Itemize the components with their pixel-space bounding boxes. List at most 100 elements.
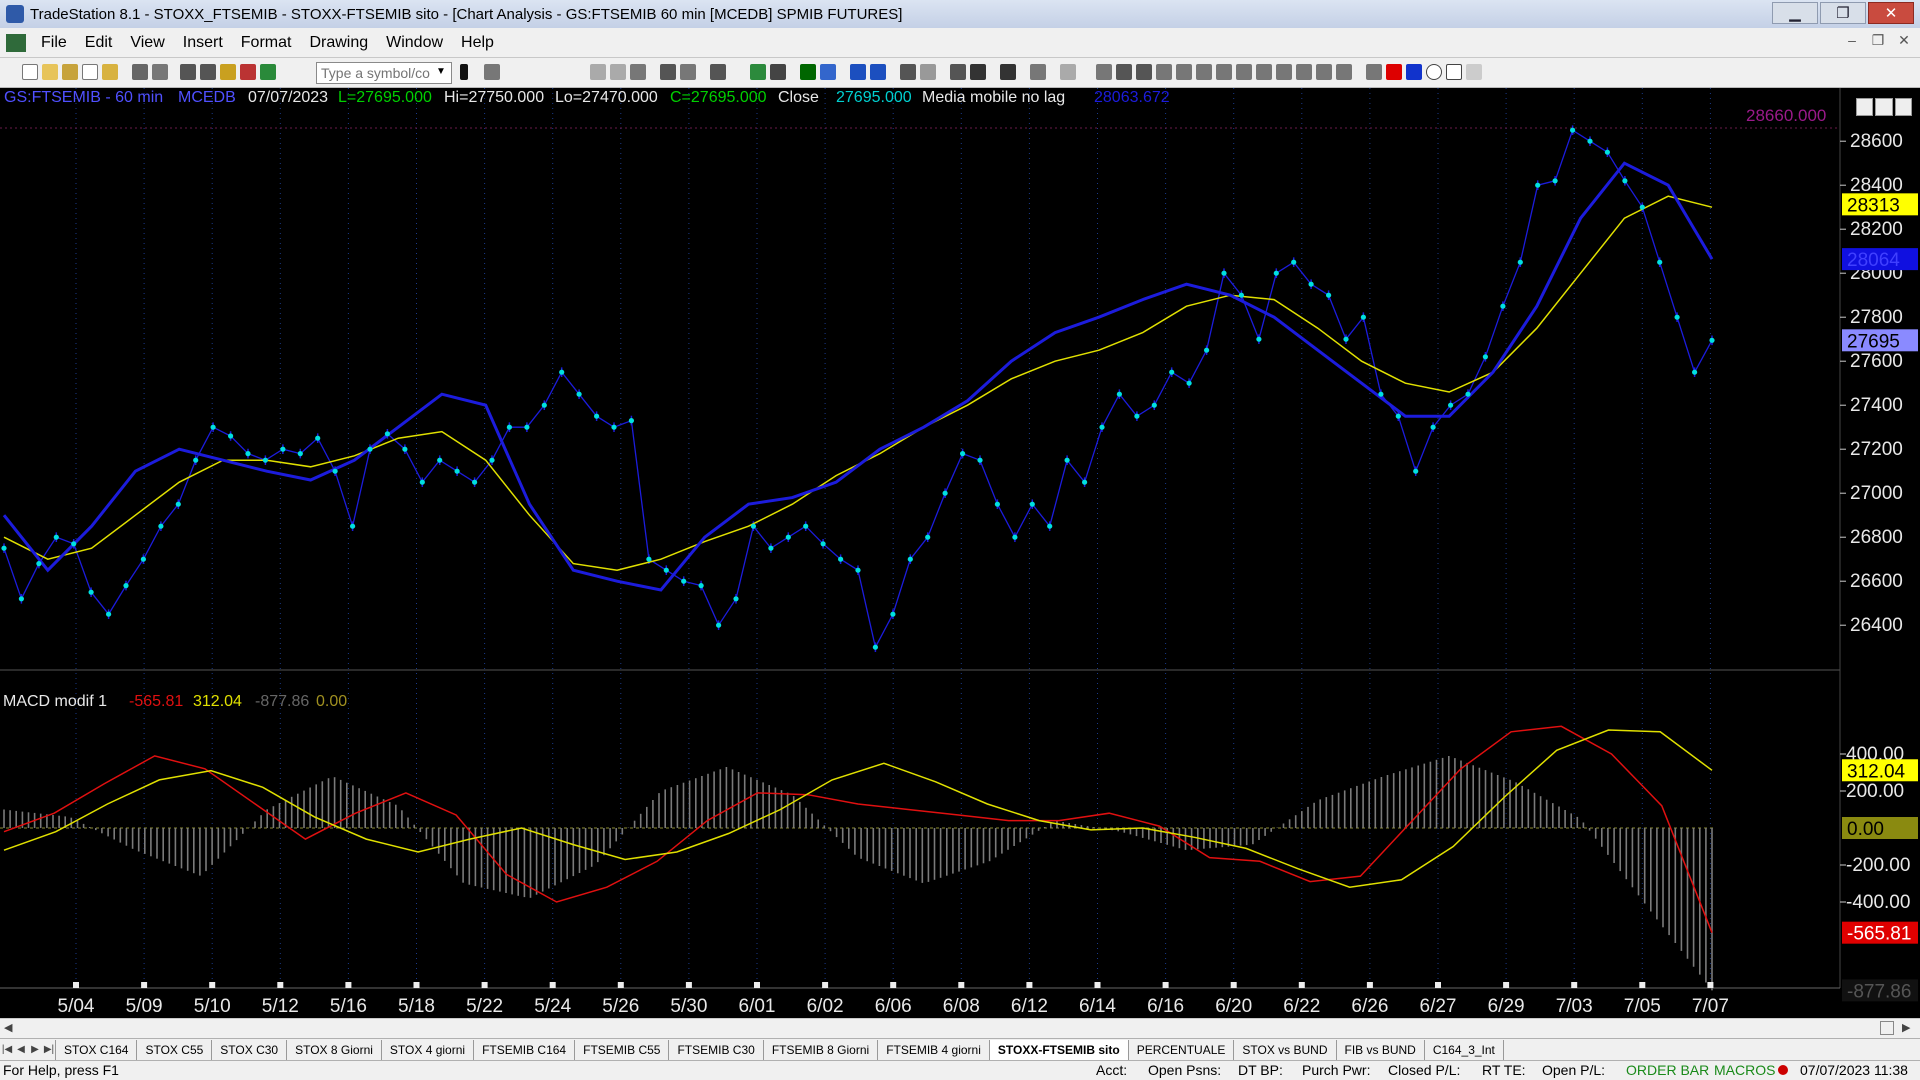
menu-edit[interactable]: Edit xyxy=(76,34,122,52)
open-workspace-icon[interactable] xyxy=(62,64,78,80)
rectangle-icon[interactable] xyxy=(1446,64,1462,80)
chart-type-icon[interactable] xyxy=(590,64,606,80)
arrow-down-icon[interactable] xyxy=(1386,64,1402,80)
globe-icon[interactable] xyxy=(260,64,276,80)
menu-file[interactable]: File xyxy=(32,34,76,52)
tab-prev-icon[interactable]: ◀ xyxy=(14,1044,28,1055)
mdi-restore-button[interactable]: ❐ xyxy=(1868,32,1888,49)
format-chart-icon[interactable] xyxy=(630,64,646,80)
chart-window-icon2[interactable] xyxy=(800,64,816,80)
mdi-close-button[interactable]: ✕ xyxy=(1894,32,1914,49)
lock-icon[interactable] xyxy=(220,64,236,80)
tab-stox-c30[interactable]: STOX C30 xyxy=(211,1039,288,1060)
zoom-out-icon[interactable] xyxy=(920,64,936,80)
folder-icon[interactable] xyxy=(102,64,118,80)
tab-ftsemib-c164[interactable]: FTSEMIB C164 xyxy=(473,1039,576,1060)
mdi-minimize-button[interactable]: – xyxy=(1842,32,1862,49)
chart-bars-icon[interactable] xyxy=(610,64,626,80)
print-icon[interactable] xyxy=(152,64,168,80)
minimize-button[interactable]: ▁ xyxy=(1772,2,1818,24)
horizontal-scrollbar[interactable]: ◀ ▶ xyxy=(0,1018,1920,1038)
tab-ftsemib-c55[interactable]: FTSEMIB C55 xyxy=(574,1039,670,1060)
speed-lines-icon[interactable] xyxy=(1256,64,1272,80)
andrews-icon[interactable] xyxy=(1276,64,1292,80)
menu-format[interactable]: Format xyxy=(232,34,301,52)
play-icon[interactable] xyxy=(460,64,468,80)
scroll-thumb[interactable] xyxy=(1880,1021,1894,1035)
toolbox-icon[interactable] xyxy=(240,64,256,80)
text-icon[interactable] xyxy=(1466,64,1482,80)
zoom-in-icon[interactable] xyxy=(900,64,916,80)
vertical-lines-icon[interactable] xyxy=(1116,64,1132,80)
crosshair-icon[interactable] xyxy=(970,64,986,80)
hammer-icon[interactable] xyxy=(1000,64,1016,80)
trendline-icon[interactable] xyxy=(1096,64,1112,80)
menu-help[interactable]: Help xyxy=(452,34,503,52)
chart-minimize-button[interactable] xyxy=(1856,98,1874,116)
tab-first-icon[interactable]: |◀ xyxy=(0,1044,14,1055)
fibonacci-icon[interactable] xyxy=(1156,64,1172,80)
channel-icon[interactable] xyxy=(1216,64,1232,80)
arc-icon[interactable] xyxy=(1176,64,1192,80)
horizontal-lines-icon[interactable] xyxy=(1136,64,1152,80)
menu-insert[interactable]: Insert xyxy=(174,34,232,52)
tab-stox-vs-bund[interactable]: STOX vs BUND xyxy=(1233,1039,1337,1060)
tab-stox-4-giorni[interactable]: STOX 4 giorni xyxy=(380,1039,475,1060)
parallel-icon[interactable] xyxy=(1296,64,1312,80)
arrow-up-icon[interactable] xyxy=(1406,64,1422,80)
indicator-icon[interactable] xyxy=(660,64,676,80)
tab-stox-c55[interactable]: STOX C55 xyxy=(136,1039,213,1060)
tab-percentuale[interactable]: PERCENTUALE xyxy=(1127,1039,1235,1060)
save-icon[interactable] xyxy=(132,64,148,80)
menu-drawing[interactable]: Drawing xyxy=(300,34,377,52)
expand-bars-icon[interactable] xyxy=(850,64,866,80)
order-bar-button[interactable]: ORDER BAR xyxy=(1626,1062,1709,1078)
cycle-icon[interactable] xyxy=(1316,64,1332,80)
price-point xyxy=(1517,259,1523,265)
chart-window-icon[interactable] xyxy=(6,33,26,52)
tab-fib-vs-bund[interactable]: FIB vs BUND xyxy=(1335,1039,1425,1060)
chart-canvas[interactable]: 2860028400282002800027800276002740027200… xyxy=(0,88,1920,1018)
tab-ftsemib-c30[interactable]: FTSEMIB C30 xyxy=(668,1039,764,1060)
symbol-input[interactable] xyxy=(316,62,452,84)
menu-view[interactable]: View xyxy=(121,34,173,52)
toggle-icon[interactable] xyxy=(1030,64,1046,80)
new-icon[interactable] xyxy=(22,64,38,80)
tab-ftsemib-4-giorni[interactable]: FTSEMIB 4 giorni xyxy=(877,1039,990,1060)
chart-area[interactable]: 28600 28400 28200 28000 27800 27600 27400 27200… xyxy=(0,88,1920,1018)
scroll-right-icon[interactable]: ▶ xyxy=(1902,1021,1910,1034)
chart-restore-button[interactable] xyxy=(1875,98,1893,116)
curve-icon[interactable] xyxy=(1366,64,1382,80)
tile-icon[interactable] xyxy=(200,64,216,80)
find-symbol-icon[interactable] xyxy=(484,64,500,80)
pointer-icon[interactable] xyxy=(950,64,966,80)
window-icon[interactable] xyxy=(180,64,196,80)
tab-next-icon[interactable]: ▶ xyxy=(28,1044,42,1055)
tab-c164-3-int[interactable]: C164_3_Int xyxy=(1423,1039,1504,1060)
close-button[interactable]: ✕ xyxy=(1868,2,1914,24)
ellipse-icon[interactable] xyxy=(1426,64,1442,80)
restore-button[interactable]: ❐ xyxy=(1820,2,1866,24)
tab-stoxx-ftsemib-sito[interactable]: STOXX-FTSEMIB sito xyxy=(988,1039,1129,1060)
pencil-icon[interactable] xyxy=(1336,64,1352,80)
menu-window[interactable]: Window xyxy=(377,34,452,52)
tab-stox-c164[interactable]: STOX C164 xyxy=(55,1039,138,1060)
scroll-left-icon[interactable]: ◀ xyxy=(4,1021,12,1034)
compress-bars-icon[interactable] xyxy=(870,64,886,80)
disabled-icon[interactable] xyxy=(1060,64,1076,80)
new-window-icon[interactable] xyxy=(82,64,98,80)
gann-icon[interactable] xyxy=(1236,64,1252,80)
chart-close-button[interactable] xyxy=(1894,98,1912,116)
matrix-icon[interactable] xyxy=(770,64,786,80)
fan-icon[interactable] xyxy=(1196,64,1212,80)
symbol-dropdown-icon[interactable]: ▼ xyxy=(436,66,446,77)
bar-spacing-icon[interactable] xyxy=(820,64,836,80)
tab-ftsemib-8-giorni[interactable]: FTSEMIB 8 Giorni xyxy=(762,1039,879,1060)
macros-button[interactable]: MACROS xyxy=(1714,1062,1775,1078)
strategy-icon[interactable] xyxy=(680,64,696,80)
data-window-icon[interactable] xyxy=(750,64,766,80)
tab-last-icon[interactable]: ▶| xyxy=(42,1044,56,1055)
open-icon[interactable] xyxy=(42,64,58,80)
insert-analysis-icon[interactable] xyxy=(710,64,726,80)
tab-stox-8-giorni[interactable]: STOX 8 Giorni xyxy=(286,1039,382,1060)
